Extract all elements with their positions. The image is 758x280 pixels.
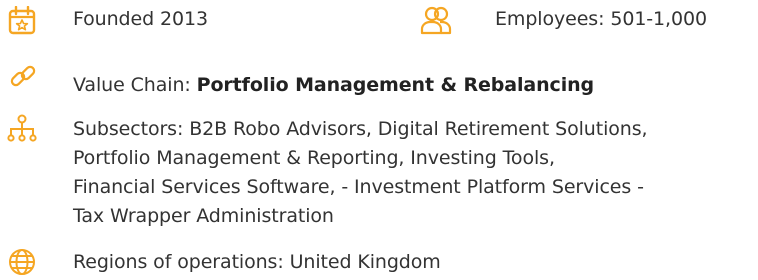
value-chain-label: Value Chain:	[73, 74, 197, 96]
people-icon	[420, 6, 452, 35]
link-icon	[10, 65, 36, 87]
employees-text: Employees: 501-1,000	[495, 8, 707, 30]
subsectors-line-2: Portfolio Management & Reporting, Invest…	[73, 147, 555, 169]
founded-text: Founded 2013	[73, 8, 208, 30]
value-chain-value: Portfolio Management & Rebalancing	[196, 74, 595, 96]
subsectors-line-1: Subsectors: B2B Robo Advisors, Digital R…	[73, 118, 648, 140]
globe-icon	[9, 249, 35, 275]
value-chain-text: Value Chain: Portfolio Management & Reba…	[73, 71, 594, 100]
subsectors-line-4: Tax Wrapper Administration	[73, 205, 334, 227]
regions-text: Regions of operations: United Kingdom	[73, 251, 441, 273]
hierarchy-icon	[7, 114, 37, 142]
subsectors-line-3: Financial Services Software, - Investmen…	[73, 176, 644, 198]
calendar-icon	[8, 6, 36, 35]
